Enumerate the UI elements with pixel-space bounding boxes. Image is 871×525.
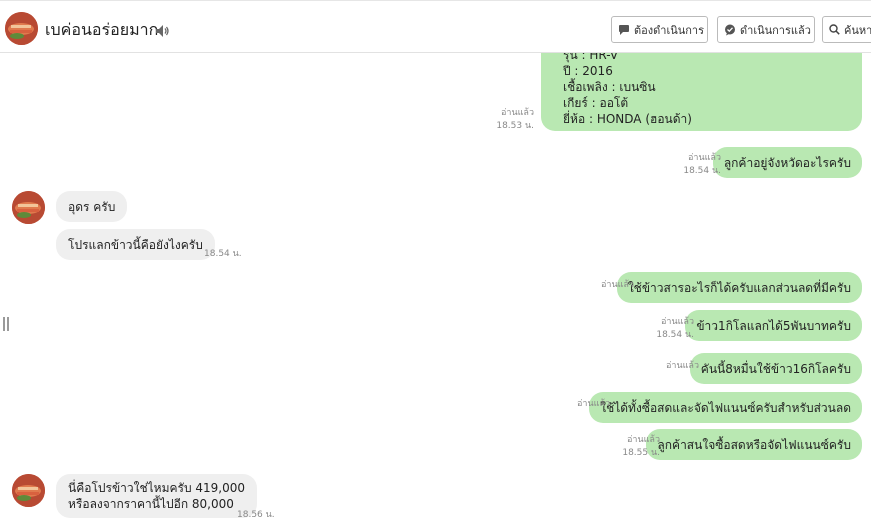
chat-check-icon (725, 24, 735, 35)
message-text: อุดร ครับ (68, 199, 116, 214)
message-time: 18.54 น. (656, 330, 694, 340)
chat-header: เบค่อนอร่อยมาก ต้องดำเนินการ ดำเนินการแล… (0, 0, 871, 53)
car-info-line: เชื้อเพลิง : เบนซิน (563, 80, 656, 94)
car-info-message[interactable]: รุ่น : HR-V ปี : 2016 เชื้อเพลิง : เบนซิ… (541, 53, 862, 131)
search-button[interactable]: ค้นหา (822, 16, 871, 43)
message-text: ใช้ได้ทั้งซื้อสดและจัดไฟแนนซ์ครับสำหรับส… (600, 400, 851, 415)
message-text: ลูกค้าอยู่จังหวัดอะไรครับ (723, 155, 851, 170)
message-text: โปรแลกข้าวนี้คือยังไงครับ (68, 237, 203, 252)
todo-button[interactable]: ต้องดำเนินการ (611, 16, 708, 43)
message-time: 18.56 น. (237, 510, 275, 520)
read-status: อ่านแล้ว (601, 280, 634, 290)
search-button-label: ค้นหา (844, 23, 871, 37)
done-button-label: ดำเนินการแล้ว (740, 23, 811, 37)
message-text-line: นี่คือโปรข้าวใช่ไหมครับ 419,000 (68, 481, 246, 495)
read-status: อ่านแล้ว (666, 361, 699, 371)
resize-handle[interactable] (3, 317, 9, 331)
search-icon (829, 24, 840, 35)
incoming-message[interactable]: อุดร ครับ (56, 191, 128, 222)
incoming-message[interactable]: โปรแลกข้าวนี้คือยังไงครับ (56, 229, 215, 260)
chat-bubble-icon (619, 24, 629, 35)
outgoing-message[interactable]: คันนี้8หมื่นใช้ข้าว16กิโลครับ (689, 353, 862, 384)
outgoing-message[interactable]: ใช้ได้ทั้งซื้อสดและจัดไฟแนนซ์ครับสำหรับส… (589, 392, 862, 423)
message-text: ใช้ข้าวสารอะไรก็ได้ครับแลกส่วนลดที่มีครั… (627, 280, 851, 295)
message-time: 18.54 น. (204, 249, 242, 259)
read-status: อ่านแล้ว (501, 108, 534, 118)
read-status: อ่านแล้ว (577, 399, 610, 409)
message-meta: อ่านแล้ว (666, 360, 699, 373)
message-meta: อ่านแล้ว 18.55 น. (622, 434, 660, 460)
outgoing-message[interactable]: ใช้ข้าวสารอะไรก็ได้ครับแลกส่วนลดที่มีครั… (616, 272, 862, 303)
todo-button-label: ต้องดำเนินการ (634, 23, 704, 37)
message-meta: 18.54 น. (204, 248, 242, 261)
read-status: อ่านแล้ว (627, 435, 660, 445)
contact-avatar[interactable] (12, 191, 45, 224)
car-info-line: เกียร์ : ออโต้ (563, 96, 629, 110)
contact-avatar[interactable] (12, 474, 45, 507)
read-status: อ่านแล้ว (688, 153, 721, 163)
message-meta: 18.56 น. (237, 509, 275, 522)
outgoing-message[interactable]: ลูกค้าสนใจซื้อสดหรือจัดไฟแนนซ์ครับ (646, 429, 862, 460)
message-meta: อ่านแล้ว (577, 398, 610, 411)
message-time: 18.54 น. (683, 166, 721, 176)
chat-area[interactable]: รุ่น : HR-V ปี : 2016 เชื้อเพลิง : เบนซิ… (0, 53, 871, 525)
message-text: คันนี้8หมื่นใช้ข้าว16กิโลครับ (700, 361, 851, 376)
message-text-line: หรือลงจากราคานี้ไปอีก 80,000 (68, 497, 234, 511)
message-meta: อ่านแล้ว 18.54 น. (683, 152, 721, 178)
message-time: 18.53 น. (496, 121, 534, 131)
car-info-line: ยี่ห้อ : HONDA (ฮอนด้า) (563, 112, 692, 126)
message-meta: อ่านแล้ว (601, 279, 634, 292)
incoming-message[interactable]: นี่คือโปรข้าวใช่ไหมครับ 419,000 หรือลงจา… (56, 474, 258, 518)
message-time: 18.55 น. (622, 448, 660, 458)
outgoing-message[interactable]: ลูกค้าอยู่จังหวัดอะไรครับ (712, 147, 862, 178)
read-status: อ่านแล้ว (661, 317, 694, 327)
speaker-icon[interactable] (156, 22, 170, 37)
contact-avatar[interactable] (5, 12, 38, 45)
message-text: ลูกค้าสนใจซื้อสดหรือจัดไฟแนนซ์ครับ (657, 437, 851, 452)
message-text: ข้าว1กิโลแลกได้5พันบาทครับ (696, 318, 851, 333)
car-info-line: รุ่น : HR-V (563, 53, 619, 62)
message-meta: อ่านแล้ว 18.54 น. (656, 316, 694, 342)
contact-name: เบค่อนอร่อยมาก (45, 20, 159, 39)
message-meta: อ่านแล้ว 18.53 น. (496, 107, 534, 133)
outgoing-message[interactable]: ข้าว1กิโลแลกได้5พันบาทครับ (685, 310, 862, 341)
done-button[interactable]: ดำเนินการแล้ว (717, 16, 815, 43)
car-info-line: ปี : 2016 (563, 64, 613, 78)
